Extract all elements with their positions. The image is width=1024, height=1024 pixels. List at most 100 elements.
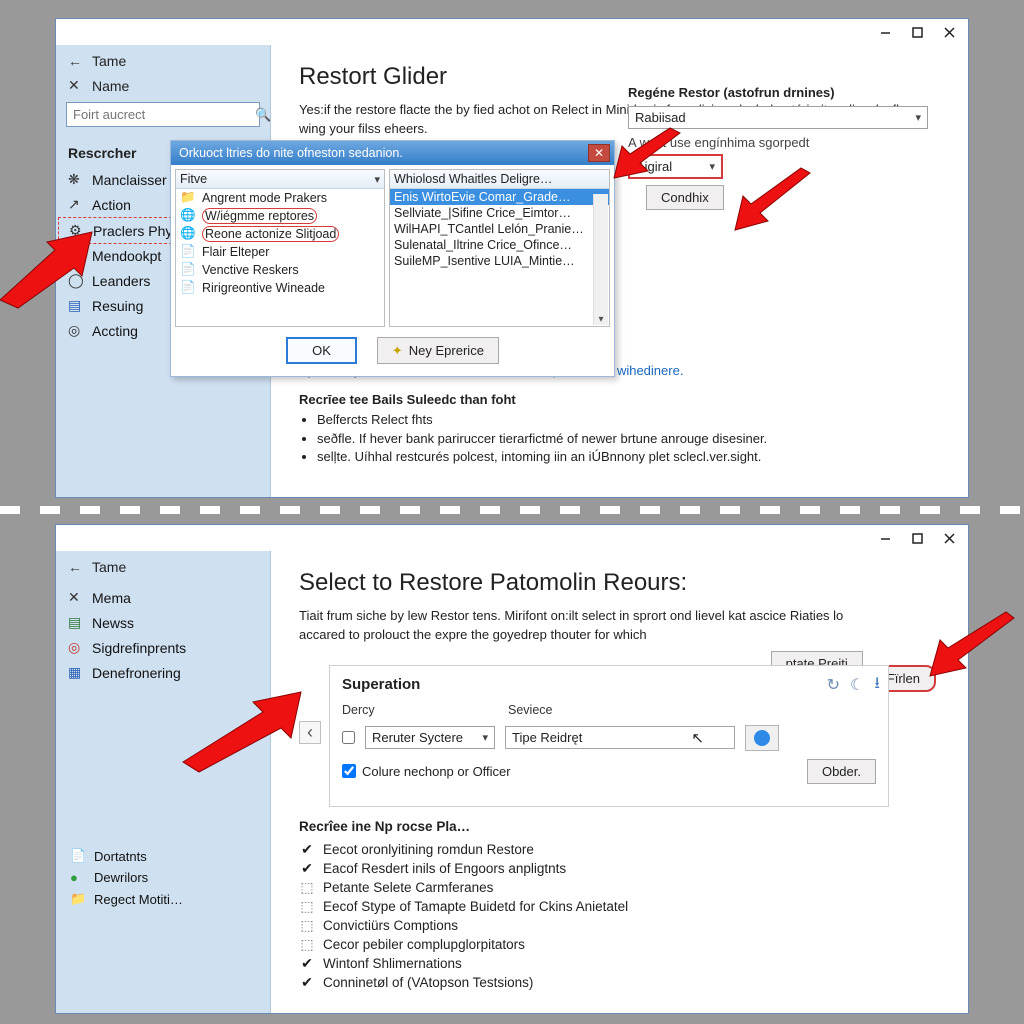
list-item[interactable]: 📄Flair Elteper (176, 243, 384, 261)
users-icon: ⚙ (69, 222, 85, 239)
checklist-heading: Recrîee ine Np rocse Pla… (299, 819, 940, 834)
page-icon: 📄 (180, 244, 196, 260)
dialog-titlebar[interactable]: Orkuoct ltries do nite ofneston sedanion… (171, 141, 614, 165)
list-item[interactable]: 📁Angrent mode Prakers (176, 189, 384, 207)
dialog-close-button[interactable]: ✕ (588, 144, 610, 162)
close-window-button[interactable] (934, 21, 964, 43)
sidebar-item-mema[interactable]: ✕ Mema (58, 585, 268, 610)
check-item[interactable]: ✔Eecot oronlyitining romdun Restore (299, 840, 940, 859)
sub-heading: Recrīee tee Bails Suleedc than foht (299, 392, 940, 407)
list-item[interactable]: 🌐W/iégmme reptores (176, 207, 384, 225)
scrollbar[interactable]: ▾ (593, 194, 608, 325)
maximize-button[interactable] (902, 21, 932, 43)
back-row[interactable]: ← Tame (58, 555, 268, 579)
clipboard-icon: ▦ (68, 664, 84, 681)
list-item[interactable]: Sellviate_|Sifine Crice_Eimtor… (390, 205, 609, 221)
scroll-down-icon[interactable]: ▾ (594, 314, 608, 325)
list-item[interactable]: 📄Ririgreontive Wineade (176, 279, 384, 297)
check-item[interactable]: ⬚Petante Selete Carmferanes (299, 878, 940, 897)
sidebar-item-label: Leanders (92, 273, 150, 289)
sidebar-footer-dortatnts[interactable]: 📄 Dortatnts (64, 845, 262, 867)
back-row[interactable]: ← Tame (58, 49, 268, 73)
chevron-down-icon: ▾ (915, 111, 921, 124)
content-area: Select to Restore Patomolin Reours: Tiai… (271, 551, 968, 1013)
check-item[interactable]: ✔Wintonf Shlimernations (299, 954, 940, 973)
check-item[interactable]: ⬚Convictiürs Comptions (299, 916, 940, 935)
obder-button[interactable]: Obder. (807, 759, 876, 784)
check-item[interactable]: ⬚Cecor pebiler complupglorpitators (299, 935, 940, 954)
cursor-icon: ↖ (691, 729, 704, 747)
name-row[interactable]: ✕ Name (58, 73, 268, 98)
dercy-select[interactable]: Reruter Syctere ▾ (365, 726, 495, 749)
action-dot-button[interactable] (745, 725, 779, 751)
list-item[interactable]: 📄Venctive Reskers (176, 261, 384, 279)
chevron-down-icon: ▾ (709, 160, 715, 173)
window-bottom: ← Tame ✕ Mema ▤ Newss ◎ Sigdrefinprents … (55, 524, 969, 1014)
check-icon: ✔ (299, 841, 315, 858)
sidebar-footer-regect[interactable]: 📁 Regect Motiti… (64, 888, 262, 910)
refresh-icon[interactable]: ↻ (827, 675, 840, 695)
lead-text: Tiait frum siche by lew Restor tens. Mir… (299, 607, 859, 645)
wand-icon: ↗ (68, 196, 84, 213)
sidebar-item-news[interactable]: ▤ Newss (58, 610, 268, 635)
folder-icon: 📁 (70, 891, 86, 907)
chevron-down-icon[interactable]: ▾ (375, 173, 381, 186)
maximize-button[interactable] (902, 527, 932, 549)
chevron-down-icon: ▾ (482, 731, 488, 744)
mini-select[interactable]: Aigiral ▾ (628, 154, 723, 179)
refresh-icon: ◯ (68, 272, 84, 289)
list-item[interactable]: WilHAPI_TCantlel Lelón_Pranie… (390, 221, 609, 237)
sidebar-item-label: Mendookpt (92, 248, 161, 264)
sidebar-item-label: Denefronering (92, 665, 181, 681)
flower-icon: ❋ (68, 171, 84, 188)
search-icon[interactable]: 🔍 (255, 107, 271, 123)
condhix-button[interactable]: Condhix (646, 185, 724, 210)
sidebar-item-denefron[interactable]: ▦ Denefronering (58, 660, 268, 685)
window-chrome (56, 19, 968, 45)
left-list-header: Fitve (180, 172, 207, 186)
check-icon: ✔ (299, 955, 315, 972)
clipboard-icon: ▤ (68, 297, 84, 314)
colure-checkbox[interactable]: Colure nechonp or Officer (342, 764, 511, 779)
folder-icon: 📁 (180, 190, 196, 206)
app-title: Tame (92, 53, 126, 69)
moon-icon[interactable]: ☾ (850, 675, 864, 695)
checklist: Recrîee ine Np rocse Pla… ✔Eecot oronlyi… (299, 819, 940, 992)
sidebar-item-label: Praclers Phy (93, 223, 172, 239)
list-item[interactable]: SuileMP_Isentive LUIA_Mintie… (390, 253, 609, 269)
prev-button[interactable]: ‹ (299, 721, 321, 744)
sidebar-item-label: Resuing (92, 298, 143, 314)
list-item[interactable]: 🌐Reone actonize Slitjoad (176, 225, 384, 243)
list-item[interactable]: Enis WirtoEvie Comar_Grade… (390, 189, 609, 205)
target-icon: ◎ (68, 639, 84, 656)
col1-label: Dercy (342, 703, 422, 717)
download-icon[interactable]: ⭳ (874, 672, 880, 699)
close-window-button[interactable] (934, 527, 964, 549)
minimize-button[interactable] (870, 527, 900, 549)
list-item[interactable]: Sulenatal_Iltrine Crice_Ofince… (390, 237, 609, 253)
sidebar: ← Tame ✕ Mema ▤ Newss ◎ Sigdrefinprents … (56, 551, 271, 1013)
x-icon: ✕ (68, 589, 84, 606)
search-box[interactable]: 🔍 (66, 102, 260, 127)
sidebar-footer-dewrilors[interactable]: ● Dewrilors (64, 867, 262, 888)
new-experience-button[interactable]: ✦ Ney Eprerice (377, 337, 499, 364)
restor-select[interactable]: Rabiisad ▾ (628, 106, 928, 129)
button-label: Condhix (661, 190, 709, 205)
bullet-icon: ⬚ (299, 879, 315, 896)
left-list[interactable]: Fitve ▾ 📁Angrent mode Prakers 🌐W/iégmme … (175, 169, 385, 327)
ok-icon: ● (70, 870, 86, 885)
news-icon: ▤ (68, 614, 84, 631)
right-list[interactable]: Whiolosd Whaitles Deligre… Enis WirtoEvi… (389, 169, 610, 327)
sidebar-item-sigdrefin[interactable]: ◎ Sigdrefinprents (58, 635, 268, 660)
search-input[interactable] (67, 103, 255, 126)
page-icon: 📄 (180, 280, 196, 296)
check-item[interactable]: ⬚Eecof Stype of Tamapte Buidetd for Ckin… (299, 897, 940, 916)
col2-label: Seviece (508, 703, 552, 717)
minimize-button[interactable] (870, 21, 900, 43)
globe-icon: 🌐 (180, 226, 196, 242)
check-item[interactable]: ✔Eacof Resdert inils of Engoors anpligtn… (299, 859, 940, 878)
service-input[interactable]: Tipe Reidręt ↖ (505, 726, 735, 749)
ok-button[interactable]: OK (286, 337, 357, 364)
dercy-checkbox[interactable] (342, 731, 355, 744)
check-item[interactable]: ✔Conninetøl of (VAtopson Testsions) (299, 973, 940, 992)
